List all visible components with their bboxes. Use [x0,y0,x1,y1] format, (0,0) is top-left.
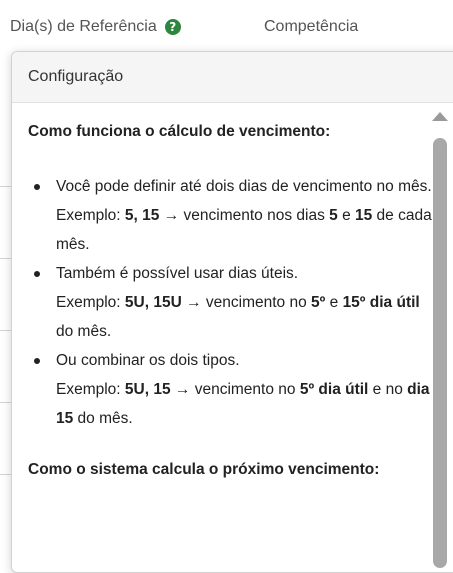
example-text: e [325,294,343,311]
example-text: e [337,207,355,224]
scroll-up-arrow-icon[interactable] [432,112,448,121]
example-highlight: 5º [311,294,326,311]
reference-days-label-text: Dia(s) de Referência [10,18,157,35]
competence-label: Competência [264,18,358,36]
example-value: 5U, 15U [124,294,182,311]
list-item: Também é possível usar dias úteis. Exemp… [28,259,432,346]
section-title-calculation: Como funciona o cálculo de vencimento: [28,123,331,140]
reference-days-label: Dia(s) de Referência ? [10,18,181,36]
rules-list: Você pode definir até dois dias de venci… [28,172,432,433]
example-highlight: 5º dia útil [299,381,369,398]
example-prefix: Exemplo: [56,381,125,398]
bullet-text: Você pode definir até dois dias de venci… [56,178,432,195]
example-highlight: 15º dia útil [342,294,420,311]
bullet-text: Também é possível usar dias úteis. [56,265,299,282]
help-icon[interactable]: ? [164,19,181,35]
popover-body: Como funciona o cálculo de vencimento: V… [12,103,453,484]
example-prefix: Exemplo: [56,294,125,311]
scroll-thumb[interactable] [433,138,447,568]
popover-title: Configuração [28,68,124,85]
help-popover: Configuração Como funciona o cálculo de … [11,51,453,573]
scrollbar[interactable] [432,110,448,568]
form-header: Dia(s) de Referência ? Competência [0,0,453,50]
example-text: → vencimento nos dias [159,207,330,224]
list-item: Você pode definir até dois dias de venci… [28,172,432,259]
example-text: → vencimento no [181,294,312,311]
section-title-next-due: Como o sistema calcula o próximo vencime… [28,461,380,478]
example-text: e no [368,381,408,398]
competence-label-text: Competência [264,18,359,35]
bullet-text: Ou combinar os dois tipos. [56,352,240,369]
example-highlight: 5 [329,207,338,224]
example-text: → vencimento no [170,381,300,398]
list-item: Ou combinar os dois tipos. Exemplo: 5U, … [28,346,432,433]
example-value: 5U, 15 [124,381,171,398]
example-prefix: Exemplo: [56,207,125,224]
example-value: 5, 15 [124,207,160,224]
example-highlight: 15 [355,207,373,224]
example-text: do mês. [73,410,133,427]
example-text: do mês. [56,323,112,340]
popover-header: Configuração [12,52,453,103]
